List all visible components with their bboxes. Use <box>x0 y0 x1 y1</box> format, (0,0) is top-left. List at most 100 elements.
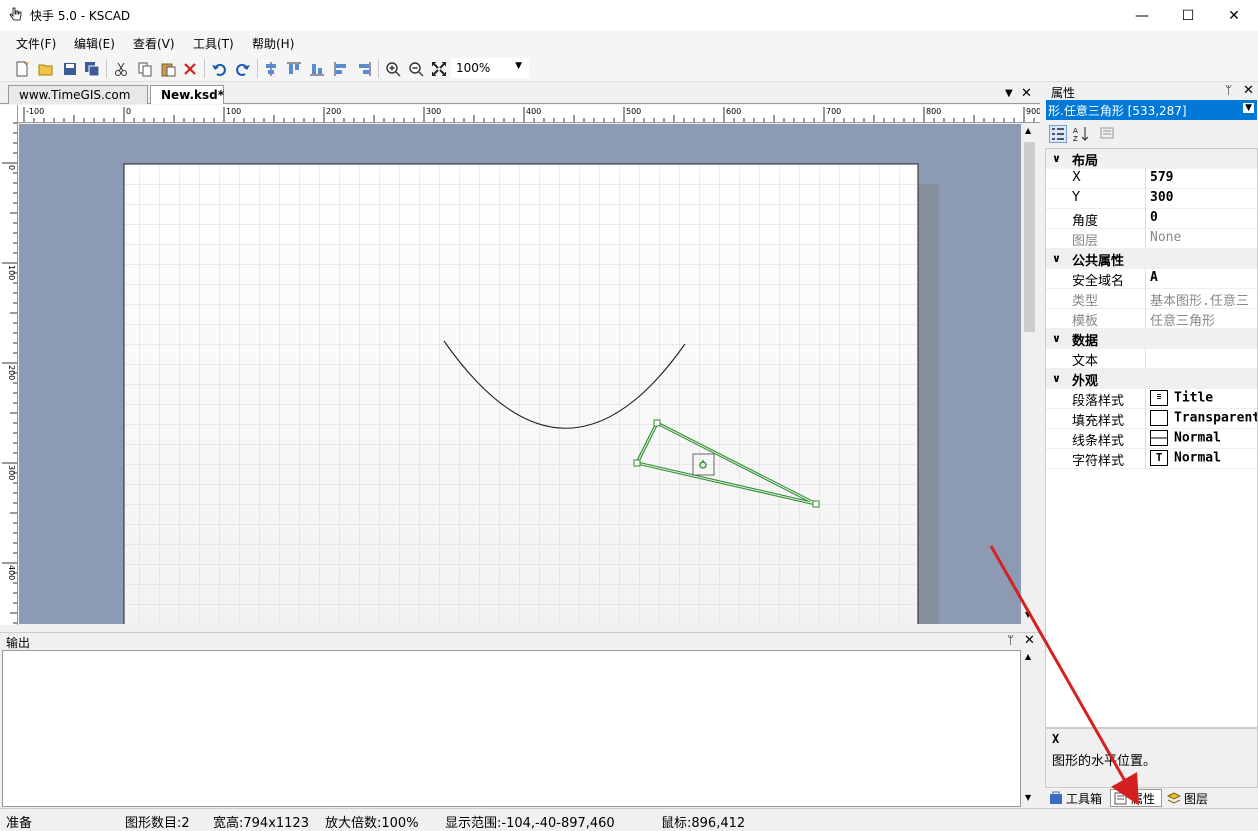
ruler-label: -100 <box>26 107 44 116</box>
category-data[interactable]: ∨ 数据 <box>1046 329 1257 349</box>
tab-toolbox[interactable]: 工具箱 <box>1046 789 1108 807</box>
scroll-down-icon[interactable]: ▼ <box>1025 610 1031 619</box>
ruler-label: 0 <box>126 107 131 116</box>
property-security-domain[interactable]: 安全域名 A <box>1046 269 1257 289</box>
close-document-icon[interactable]: ✕ <box>1021 86 1032 101</box>
output-panel-body[interactable] <box>2 650 1021 807</box>
align-left-icon[interactable] <box>331 59 350 78</box>
tab-properties[interactable]: 属性 <box>1110 789 1162 807</box>
close-output-icon[interactable]: ✕ <box>1024 633 1035 648</box>
ruler-label: 300 <box>7 465 16 480</box>
paste-icon[interactable] <box>158 59 177 78</box>
scroll-up-icon[interactable]: ▲ <box>1025 126 1031 135</box>
canvas-vertical-scrollbar[interactable]: ▲ ▼ <box>1021 124 1038 624</box>
tab-layers[interactable]: 图层 <box>1164 789 1214 807</box>
output-title: 输出 <box>6 636 31 650</box>
property-layer[interactable]: 图层 None <box>1046 229 1257 249</box>
vertex-handle[interactable] <box>653 419 661 427</box>
status-mouse: 鼠标:896,412 <box>661 816 746 831</box>
ruler-label: 100 <box>226 107 241 116</box>
save-all-icon[interactable] <box>82 59 101 78</box>
output-scrollbar[interactable]: ▲ ▼ <box>1021 650 1038 807</box>
properties-toolbar: AZ <box>1045 122 1258 146</box>
ruler-label: 900 <box>1026 107 1040 116</box>
close-properties-icon[interactable]: ✕ <box>1243 83 1254 98</box>
chevron-down-icon[interactable]: ∨ <box>1052 332 1061 345</box>
fit-icon[interactable] <box>429 59 448 78</box>
menu-help[interactable]: 帮助(H) <box>252 35 294 52</box>
category-common[interactable]: ∨ 公共属性 <box>1046 249 1257 269</box>
category-appearance[interactable]: ∨ 外观 <box>1046 369 1257 389</box>
status-bar: 准备 图形数目:2 宽高:794x1123 放大倍数:100% 显示范围:-10… <box>0 808 1258 831</box>
chevron-down-icon: ▼ <box>515 61 522 71</box>
scroll-up-icon[interactable]: ▲ <box>1025 652 1031 661</box>
ruler-label: 600 <box>726 107 741 116</box>
sort-alpha-icon[interactable]: AZ <box>1072 125 1090 143</box>
property-pages-icon[interactable] <box>1099 125 1117 143</box>
ruler-label: 0 <box>7 165 16 170</box>
ruler-label: 400 <box>526 107 541 116</box>
property-x[interactable]: X 579 <box>1046 169 1257 189</box>
align-bottom-icon[interactable] <box>307 59 326 78</box>
align-right-icon[interactable] <box>354 59 373 78</box>
svg-text:Z: Z <box>1073 135 1078 143</box>
align-top-icon[interactable] <box>284 59 303 78</box>
chevron-down-icon[interactable]: ∨ <box>1052 372 1061 385</box>
property-angle[interactable]: 角度 0 <box>1046 209 1257 229</box>
tab-new-ksd[interactable]: New.ksd* <box>150 85 224 104</box>
chevron-down-icon[interactable]: ∨ <box>1052 252 1061 265</box>
menu-tools[interactable]: 工具(T) <box>193 35 234 52</box>
pin-icon[interactable]: ᛘ <box>1225 83 1232 97</box>
tab-timegis[interactable]: www.TimeGIS.com <box>8 85 148 104</box>
redo-icon[interactable] <box>233 59 252 78</box>
category-layout[interactable]: ∨ 布局 <box>1046 149 1257 169</box>
zoom-select[interactable]: 100% ▼ <box>451 58 529 78</box>
char-style-icon: T <box>1150 450 1168 466</box>
menu-edit[interactable]: 编辑(E) <box>74 35 115 52</box>
object-selector[interactable]: 形.任意三角形 [533,287] ▼ <box>1046 100 1257 120</box>
property-fill-style[interactable]: 填充样式 Transparent <box>1046 409 1257 429</box>
zoom-in-icon[interactable] <box>383 59 402 78</box>
ruler-label: 700 <box>826 107 841 116</box>
property-char-style[interactable]: 字符样式 T Normal <box>1046 449 1257 469</box>
layers-icon <box>1167 792 1181 804</box>
copy-icon[interactable] <box>135 59 154 78</box>
minimize-button[interactable]: — <box>1119 0 1165 31</box>
open-folder-icon[interactable] <box>36 59 55 78</box>
categorized-icon[interactable] <box>1049 125 1067 143</box>
ruler-label: 200 <box>7 365 16 380</box>
property-y[interactable]: Y 300 <box>1046 189 1257 209</box>
property-type[interactable]: 类型 基本图形.任意三 <box>1046 289 1257 309</box>
close-button[interactable]: ✕ <box>1211 0 1257 31</box>
property-text[interactable]: 文本 <box>1046 349 1257 369</box>
align-center-icon[interactable] <box>261 59 280 78</box>
drawing-canvas[interactable] <box>19 124 1021 624</box>
new-file-icon[interactable] <box>12 59 31 78</box>
undo-icon[interactable] <box>209 59 228 78</box>
menu-view[interactable]: 查看(V) <box>133 35 175 52</box>
property-template[interactable]: 模板 任意三角形 <box>1046 309 1257 329</box>
properties-icon <box>1114 791 1128 805</box>
menu-file[interactable]: 文件(F) <box>16 35 56 52</box>
pin-icon[interactable]: ᛘ <box>1007 633 1014 647</box>
property-line-style[interactable]: 线条样式 Normal <box>1046 429 1257 449</box>
chevron-down-icon[interactable]: ∨ <box>1052 152 1061 165</box>
status-size: 宽高:794x1123 <box>213 816 309 831</box>
ruler-label: 800 <box>926 107 941 116</box>
save-icon[interactable] <box>60 59 79 78</box>
vertex-handle[interactable] <box>633 459 641 467</box>
property-paragraph-style[interactable]: 段落样式 ≡ Title <box>1046 389 1257 409</box>
maximize-button[interactable]: ☐ <box>1165 0 1211 31</box>
delete-icon[interactable] <box>180 59 199 78</box>
scroll-down-icon[interactable]: ▼ <box>1025 793 1031 802</box>
vertex-handle[interactable] <box>812 500 820 508</box>
zoom-out-icon[interactable] <box>406 59 425 78</box>
cut-icon[interactable] <box>111 59 130 78</box>
property-description: X 图形的水平位置。 <box>1045 728 1258 788</box>
ruler-label: 400 <box>7 565 16 580</box>
output-panel-header: 输出 ᛘ ✕ <box>0 632 1040 650</box>
property-grid[interactable]: ∨ 布局 X 579 Y 300 角度 0 图层 None ∨ 公共属性 安全域… <box>1045 148 1258 728</box>
tab-list-chevron-icon[interactable]: ▼ <box>1005 88 1013 99</box>
menu-bar: 文件(F) 编辑(E) 查看(V) 工具(T) 帮助(H) <box>0 31 1258 55</box>
scroll-thumb[interactable] <box>1024 142 1035 332</box>
